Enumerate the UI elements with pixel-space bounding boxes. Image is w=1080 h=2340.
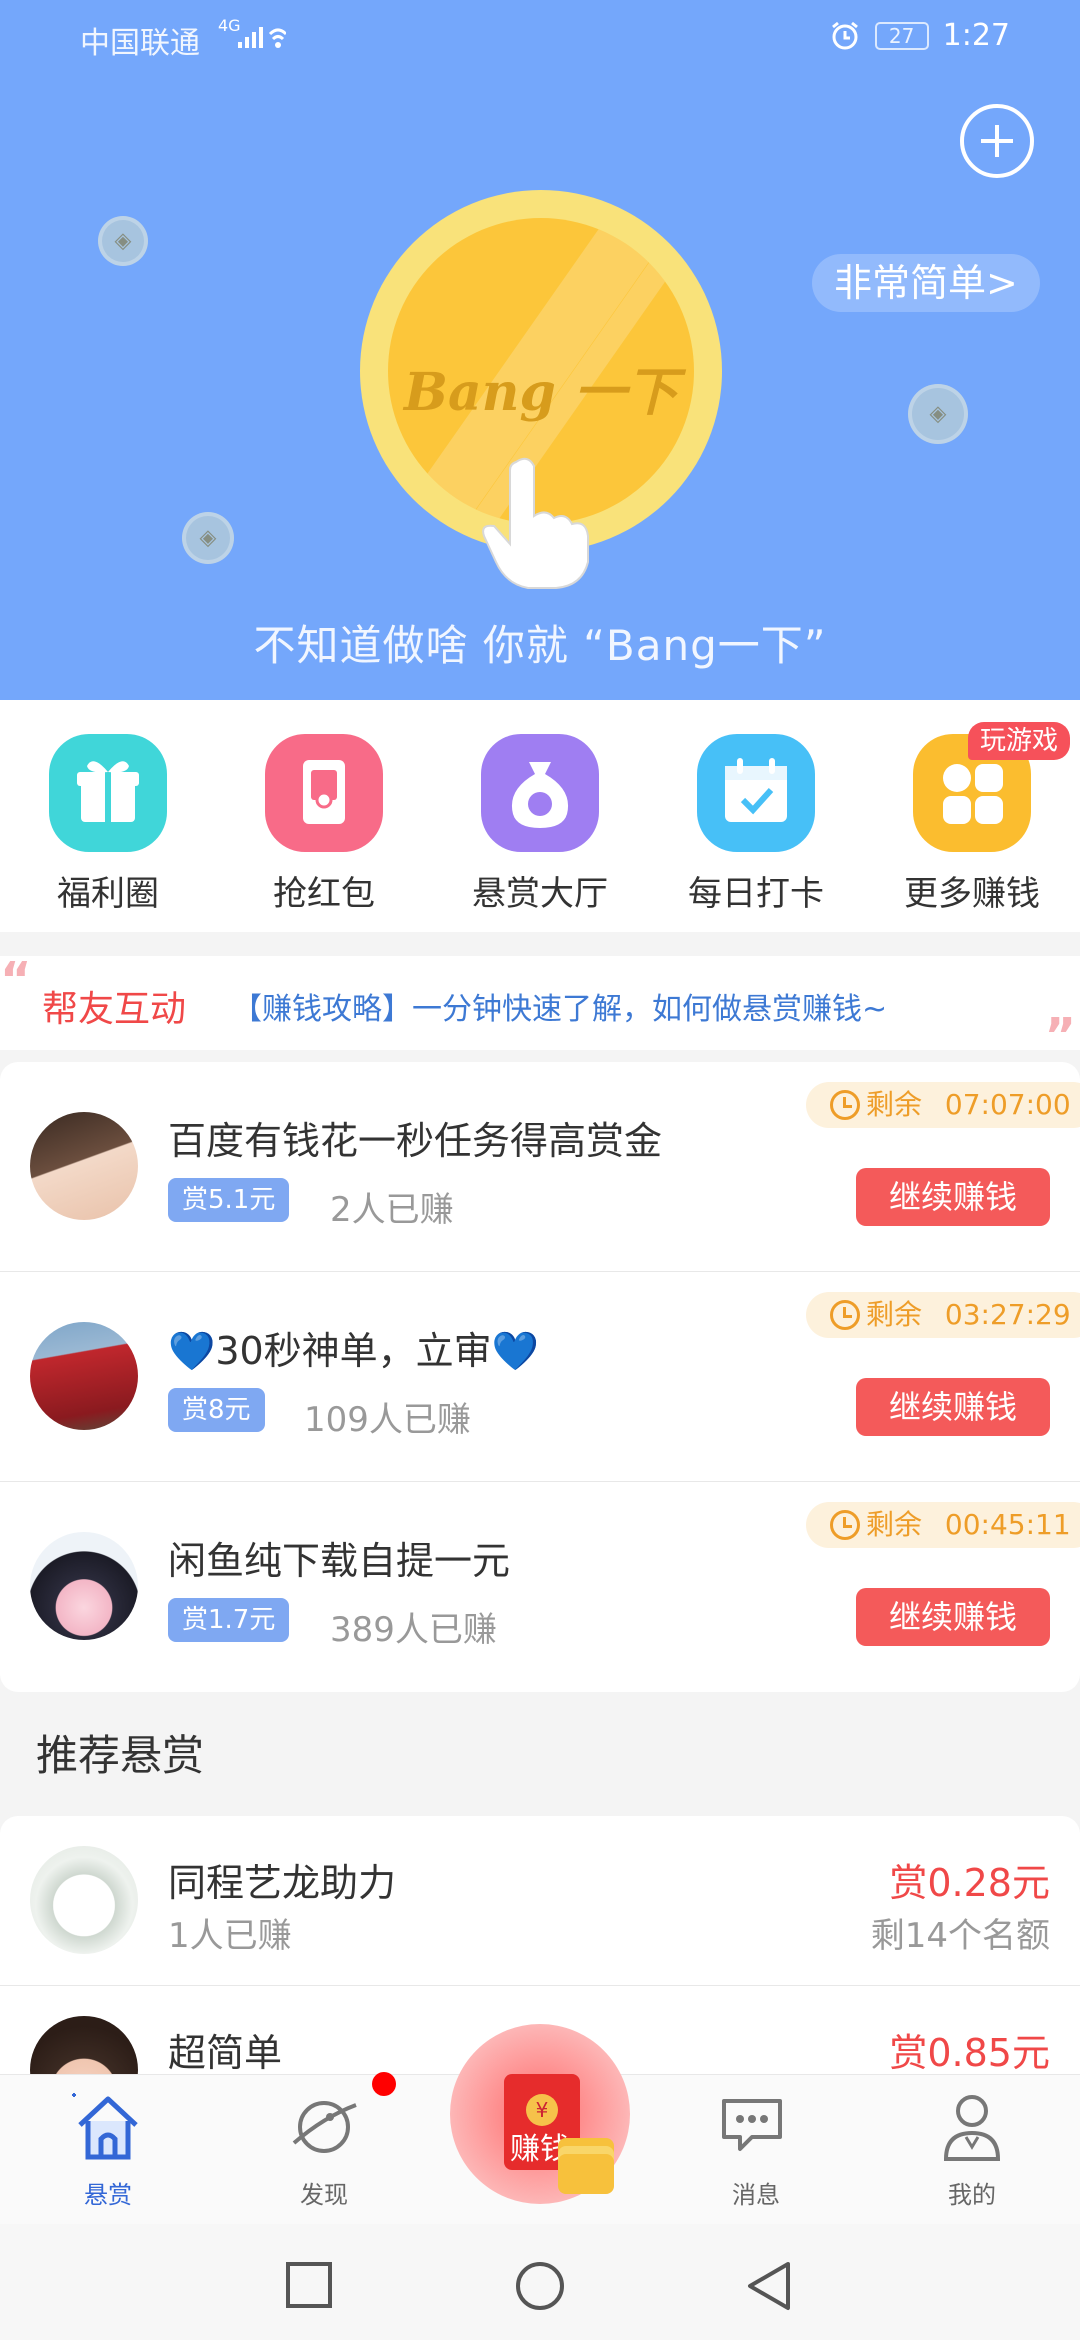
planet-icon [292, 2101, 357, 2153]
countdown-timer: 剩余 03:27:29 [806, 1292, 1080, 1338]
system-navigation-bar [0, 2224, 1080, 2340]
timer-prefix: 剩余 [866, 1088, 923, 1121]
menu-label: 更多赚钱 [904, 874, 1040, 914]
section-title: 推荐悬赏 [36, 1731, 205, 1780]
announcement-message[interactable]: 【赚钱攻略】一分钟快速了解，如何做悬赏赚钱~ [232, 984, 887, 1028]
money-bag-icon [481, 734, 599, 852]
continue-earning-button[interactable]: 继续赚钱 [856, 1588, 1050, 1646]
menu-item-more-earnings[interactable]: 更多赚钱 [872, 734, 1072, 915]
tab-reward[interactable]: 悬赏 [28, 2087, 188, 2210]
menu-label: 福利圈 [57, 874, 159, 914]
battery-indicator: 27 [874, 21, 929, 50]
quote-open-icon: “ [0, 952, 32, 1008]
coin-stack-icon [558, 2154, 614, 2194]
remaining-slots: 剩14个名额 [870, 1916, 1050, 1956]
continue-earning-button[interactable]: 继续赚钱 [856, 1378, 1050, 1436]
reward-tag: 赏1.7元 [168, 1598, 290, 1642]
quote-close-icon: ” [1044, 1008, 1076, 1064]
task-title: 闲鱼纯下载自提一元 [168, 1539, 511, 1583]
red-packet-icon [265, 734, 383, 852]
gift-icon [49, 734, 167, 852]
reward-tag: 赏8元 [168, 1388, 265, 1432]
tab-messages[interactable]: 消息 [676, 2087, 836, 2210]
tab-label: 消息 [732, 2181, 780, 2209]
carrier-label: 中国联通 [80, 26, 200, 61]
item-title: 超简单 [168, 2031, 283, 2075]
reward-amount: 赏0.28元 [889, 1861, 1050, 1905]
user-icon [943, 2095, 1001, 2161]
menu-label: 悬赏大厅 [472, 874, 608, 914]
home-icon [72, 2093, 138, 2160]
play-games-badge[interactable]: 玩游戏 [968, 722, 1071, 760]
earned-count: 1人已赚 [168, 1916, 292, 1956]
clock-icon [830, 1510, 860, 1540]
timer-prefix: 剩余 [866, 1298, 923, 1331]
earned-count: 389人已赚 [330, 1610, 497, 1650]
task-row[interactable]: 💙30秒神单，立审💙 赏8元 109人已赚 剩余 03:27:29 继续赚钱 [0, 1272, 1080, 1482]
tab-discover[interactable]: 发现 [244, 2087, 404, 2210]
small-coin-icon: ◈ [182, 512, 234, 564]
avatar [30, 1112, 138, 1220]
timer-prefix: 剩余 [866, 1508, 923, 1541]
home-circle-icon[interactable] [514, 2260, 566, 2312]
countdown-timer: 剩余 07:07:00 [806, 1082, 1080, 1128]
announcement-bar[interactable]: “ 帮友互动 【赚钱攻略】一分钟快速了解，如何做悬赏赚钱~ ” [0, 952, 1080, 1064]
small-coin-icon: ◈ [908, 384, 968, 444]
avatar [30, 1322, 138, 1430]
timer-value: 00:45:11 [944, 1508, 1071, 1541]
hero-slogan: 不知道做啥 你就 “Bang一下” [253, 621, 827, 670]
task-title: 💙30秒神单，立审💙 [168, 1329, 539, 1373]
menu-label: 抢红包 [273, 874, 375, 914]
item-title: 同程艺龙助力 [168, 1861, 397, 1905]
reward-tag: 赏5.1元 [168, 1178, 290, 1222]
avatar [30, 1532, 138, 1640]
back-triangle-icon[interactable] [744, 2260, 794, 2312]
tab-label: 悬赏 [84, 2181, 132, 2209]
menu-item-daily-checkin[interactable]: 每日打卡 [656, 734, 856, 915]
signal-icon [238, 27, 286, 48]
clock-time: 1:27 [942, 18, 1010, 53]
task-title: 百度有钱花一秒任务得高赏金 [168, 1119, 663, 1163]
task-row[interactable]: 百度有钱花一秒任务得高赏金 赏5.1元 2人已赚 剩余 07:07:00 继续赚… [0, 1062, 1080, 1272]
bang-coin-text: Bang 一下 [404, 362, 678, 423]
timer-value: 07:07:00 [944, 1088, 1071, 1121]
countdown-timer: 剩余 00:45:11 [806, 1502, 1080, 1548]
menu-label: 每日打卡 [688, 874, 824, 914]
alarm-icon [831, 21, 858, 49]
chat-icon [722, 2099, 782, 2151]
earned-count: 109人已赚 [304, 1400, 471, 1440]
tab-earn-money[interactable]: ¥ 赚钱 [450, 2024, 630, 2204]
timer-value: 03:27:29 [944, 1298, 1071, 1331]
tab-profile[interactable]: 我的 [892, 2087, 1052, 2210]
tab-label: 发现 [300, 2181, 348, 2209]
tab-label: 我的 [948, 2181, 996, 2209]
recent-apps-icon[interactable] [284, 2260, 334, 2310]
clock-icon [830, 1300, 860, 1330]
menu-item-welfare[interactable]: 福利圈 [8, 734, 208, 915]
calendar-check-icon [697, 734, 815, 852]
very-simple-link[interactable]: 非常简单> [812, 254, 1040, 312]
menu-item-reward-hall[interactable]: 悬赏大厅 [440, 734, 640, 915]
add-task-button[interactable] [960, 104, 1034, 178]
task-row[interactable]: 闲鱼纯下载自提一元 赏1.7元 389人已赚 剩余 00:45:11 继续赚钱 [0, 1482, 1080, 1692]
notification-dot [372, 2072, 396, 2096]
menu-item-red-packet[interactable]: 抢红包 [224, 734, 424, 915]
yuan-seal-icon: ¥ [526, 2094, 558, 2126]
status-bar: 中国联通 4G 27 1:27 [0, 14, 1080, 61]
avatar [30, 1846, 138, 1954]
list-item[interactable]: 同程艺龙助力 1人已赚 赏0.28元 剩14个名额 [0, 1816, 1080, 1986]
quick-menu: 福利圈 抢红包 悬赏大厅 每日打卡 更多赚钱 [0, 700, 1080, 932]
earned-count: 2人已赚 [330, 1190, 454, 1230]
reward-amount: 赏0.85元 [889, 2031, 1050, 2075]
continue-earning-button[interactable]: 继续赚钱 [856, 1168, 1050, 1226]
small-coin-icon: ◈ [98, 216, 148, 266]
pointing-hand-icon [482, 457, 589, 589]
hero-banner: 中国联通 4G 27 1:27 非常简单> ◈ ◈ ◈ Bang 一下 不知道做… [0, 0, 1080, 700]
my-tasks-list: 百度有钱花一秒任务得高赏金 赏5.1元 2人已赚 剩余 07:07:00 继续赚… [0, 1062, 1080, 1692]
announcement-title: 帮友互动 [42, 989, 187, 1030]
clock-icon [830, 1090, 860, 1120]
